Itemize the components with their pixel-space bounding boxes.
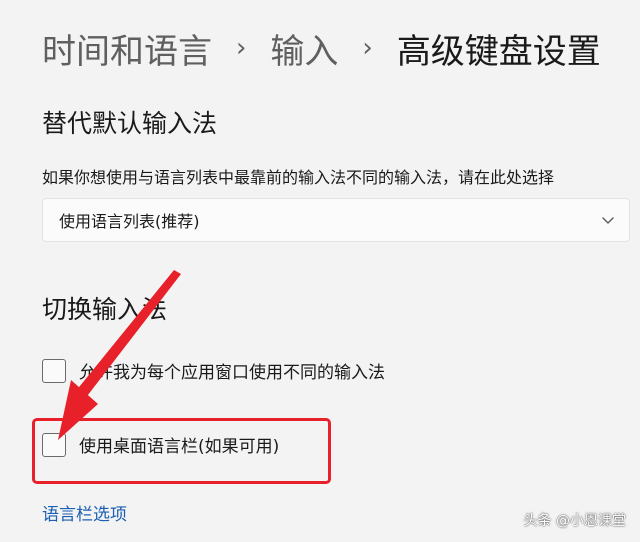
per-app-input-method-option: 允许我为每个应用窗口使用不同的输入法 — [42, 358, 385, 383]
switch-input-method-heading: 切换输入法 — [42, 295, 168, 324]
default-input-method-dropdown[interactable]: 使用语言列表(推荐) — [42, 198, 630, 242]
dropdown-selected-value: 使用语言列表(推荐) — [59, 212, 200, 231]
breadcrumb-separator-icon: › — [362, 33, 373, 63]
breadcrumb-time-language[interactable]: 时间和语言 — [42, 24, 212, 73]
annotation-arrow-icon — [58, 270, 181, 440]
language-bar-options-link[interactable]: 语言栏选项 — [42, 500, 127, 525]
desktop-language-bar-checkbox[interactable] — [42, 432, 66, 457]
desktop-language-bar-label: 使用桌面语言栏(如果可用) — [79, 437, 280, 457]
override-input-method-heading: 替代默认输入法 — [42, 109, 218, 138]
per-app-input-method-label: 允许我为每个应用窗口使用不同的输入法 — [79, 363, 385, 383]
override-input-method-description: 如果你想使用与语言列表中最靠前的输入法不同的输入法，请在此处选择 — [42, 168, 555, 187]
breadcrumb: 时间和语言 › 输入 › 高级键盘设置 — [42, 22, 601, 74]
chevron-down-icon — [602, 217, 614, 224]
desktop-language-bar-option: 使用桌面语言栏(如果可用) — [42, 432, 279, 457]
breadcrumb-separator-icon: › — [236, 33, 247, 63]
breadcrumb-input[interactable]: 输入 — [270, 24, 338, 73]
watermark-text: 头条 @小恩课堂 — [523, 513, 626, 529]
per-app-input-method-checkbox[interactable] — [42, 358, 66, 383]
page-title: 高级键盘设置 — [396, 31, 601, 72]
